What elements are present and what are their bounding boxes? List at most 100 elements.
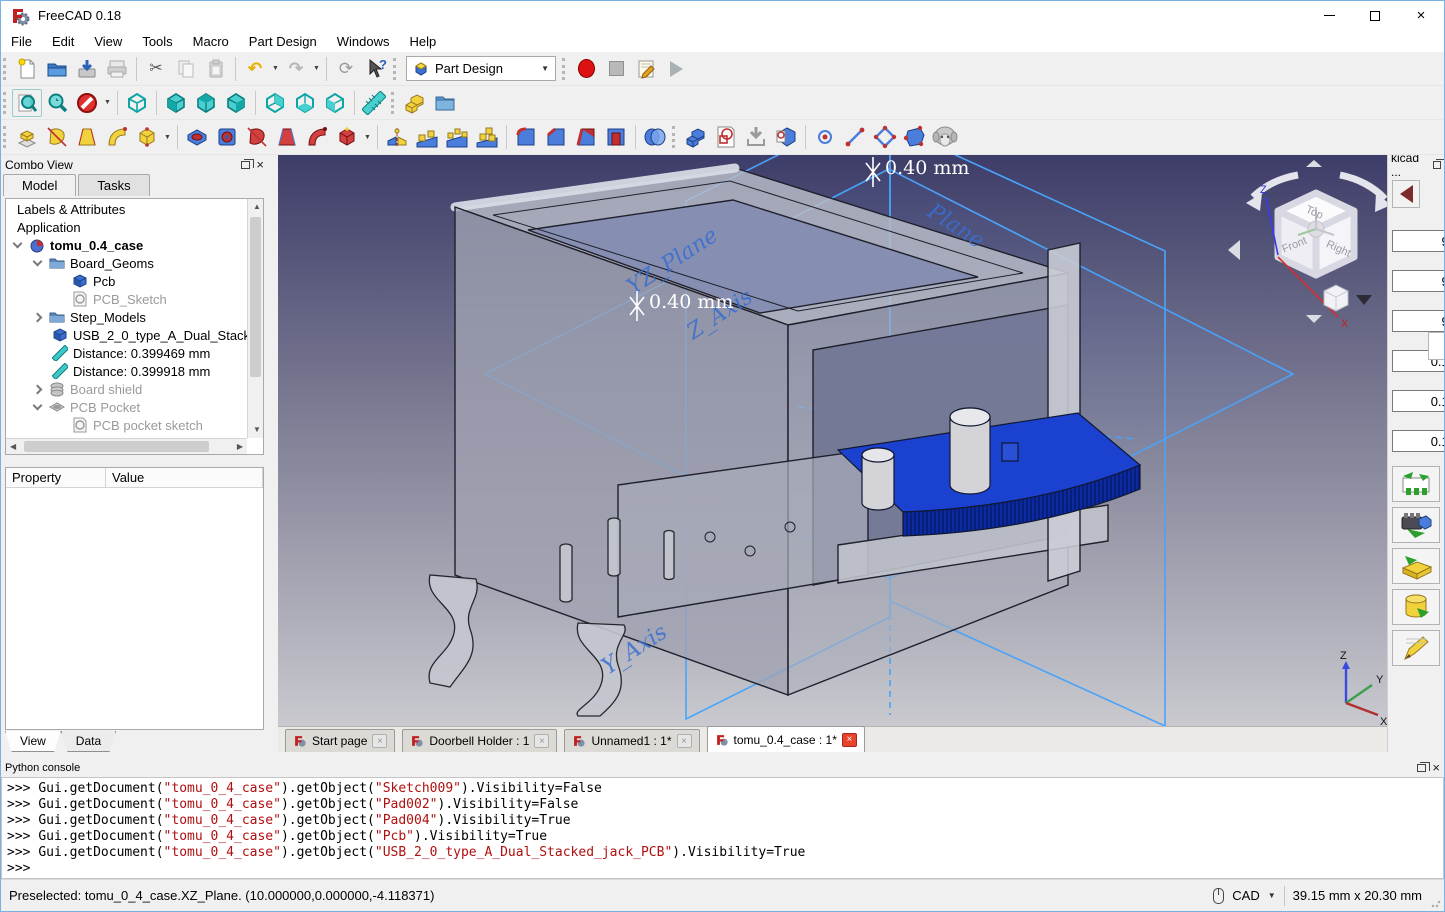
- rotation-x-field[interactable]: 90: [1392, 230, 1444, 252]
- close-panel-icon[interactable]: ×: [256, 158, 264, 171]
- menu-help[interactable]: Help: [399, 30, 446, 52]
- subtractive-pipe-button[interactable]: [302, 123, 332, 151]
- toolbar-grip[interactable]: [393, 58, 398, 80]
- tree-item-pcb-pocket[interactable]: PCB Pocket: [6, 398, 247, 416]
- nav-mini-cube[interactable]: [1324, 285, 1348, 311]
- tab-data[interactable]: Data: [61, 731, 116, 752]
- view-isometric-button[interactable]: [122, 89, 152, 117]
- additive-primitive-dropdown[interactable]: ▼: [162, 123, 173, 151]
- offset-y-field[interactable]: 0.10: [1392, 390, 1444, 412]
- zoom-button[interactable]: [42, 89, 72, 117]
- hole-button[interactable]: [212, 123, 242, 151]
- scrollbar-thumb[interactable]: [24, 441, 209, 452]
- sketch-polygon-button[interactable]: [870, 123, 900, 151]
- right-frame[interactable]: [1048, 243, 1080, 581]
- view-rear-button[interactable]: [260, 89, 290, 117]
- kicad-load-part-button[interactable]: [1392, 507, 1440, 543]
- toolbar-grip[interactable]: [3, 58, 8, 80]
- macro-stop-button[interactable]: [601, 55, 631, 83]
- menu-part-design[interactable]: Part Design: [239, 30, 327, 52]
- menu-windows[interactable]: Windows: [327, 30, 400, 52]
- expander-icon[interactable]: [13, 239, 23, 249]
- create-sketch-button[interactable]: [711, 123, 741, 151]
- workbench-selector[interactable]: Part Design ▼: [406, 56, 556, 81]
- polar-pattern-button[interactable]: [442, 123, 472, 151]
- draw-style-button[interactable]: [72, 89, 102, 117]
- kicad-back-button[interactable]: [1392, 180, 1420, 208]
- paste-button[interactable]: [201, 55, 231, 83]
- additive-loft-button[interactable]: [72, 123, 102, 151]
- open-file-button[interactable]: [42, 55, 72, 83]
- float-panel-icon[interactable]: [241, 161, 250, 169]
- tab-view[interactable]: View: [5, 731, 61, 752]
- boolean-button[interactable]: [640, 123, 670, 151]
- view-left-button[interactable]: [320, 89, 350, 117]
- pocket-button[interactable]: [182, 123, 212, 151]
- expander-icon[interactable]: [33, 257, 43, 267]
- resize-grip[interactable]: [1431, 898, 1441, 908]
- undo-button[interactable]: ↶: [240, 55, 270, 83]
- cut-button[interactable]: ✂: [141, 55, 171, 83]
- tree-item-pcb[interactable]: Pcb: [6, 272, 247, 290]
- macro-edit-button[interactable]: [631, 55, 661, 83]
- sketch-line-button[interactable]: [840, 123, 870, 151]
- subtractive-primitive-button[interactable]: [332, 123, 362, 151]
- mdi-tab-doorbell-holder[interactable]: Doorbell Holder : 1 ×: [402, 729, 557, 752]
- mdi-tab-start-page[interactable]: Start page ×: [285, 729, 395, 752]
- redo-button[interactable]: ↷: [281, 55, 311, 83]
- tree-item-board-shield[interactable]: Board shield: [6, 380, 247, 398]
- draw-style-dropdown[interactable]: ▼: [102, 89, 113, 117]
- revolution-button[interactable]: [42, 123, 72, 151]
- kicad-edit-button[interactable]: [1392, 630, 1440, 666]
- property-column-header[interactable]: Property: [6, 468, 106, 487]
- scroll-up-icon[interactable]: ▲: [253, 199, 261, 215]
- rotation-y-field[interactable]: 90: [1392, 270, 1444, 292]
- redo-dropdown[interactable]: ▼: [311, 55, 322, 83]
- python-console-body[interactable]: >>> Gui.getDocument("tomu_0_4_case").get…: [1, 777, 1444, 879]
- toolbar-grip[interactable]: [3, 126, 8, 148]
- dimension-label-1[interactable]: 0.40 mm: [649, 291, 733, 313]
- subtractive-primitive-dropdown[interactable]: ▼: [362, 123, 373, 151]
- menu-tools[interactable]: Tools: [132, 30, 182, 52]
- expander-icon[interactable]: [33, 312, 43, 322]
- kicad-load-pcb-button[interactable]: [1392, 466, 1440, 502]
- map-sketch-button[interactable]: [771, 123, 801, 151]
- menu-macro[interactable]: Macro: [183, 30, 239, 52]
- 3d-viewport[interactable]: YZ_Plane Z_Axis Y_Axis Plane 0.40 mm 0.4…: [278, 155, 1388, 726]
- additive-pipe-button[interactable]: [102, 123, 132, 151]
- mdi-tab-tomu-case[interactable]: tomu_0.4_case : 1* ×: [707, 726, 865, 752]
- offset-z-field[interactable]: 0.10: [1392, 430, 1444, 452]
- expander-icon[interactable]: [33, 401, 43, 411]
- toolbar-grip[interactable]: [672, 126, 677, 148]
- float-panel-icon[interactable]: [1433, 161, 1441, 169]
- tree-item-document[interactable]: tomu_0.4_case: [6, 236, 247, 254]
- linear-pattern-button[interactable]: [412, 123, 442, 151]
- tree-item-distance-1[interactable]: Distance: 0.399469 mm: [6, 344, 247, 362]
- macro-run-button[interactable]: [661, 55, 691, 83]
- mdi-tab-unnamed1[interactable]: Unnamed1 : 1* ×: [564, 729, 699, 752]
- new-file-button[interactable]: [12, 55, 42, 83]
- minimize-button[interactable]: [1306, 1, 1352, 30]
- close-button[interactable]: ×: [1398, 1, 1444, 30]
- scroll-right-icon[interactable]: ▶: [237, 439, 243, 455]
- toolbar-grip[interactable]: [562, 58, 567, 80]
- print-button[interactable]: [102, 55, 132, 83]
- scroll-left-icon[interactable]: ◀: [10, 439, 16, 455]
- tab-close-icon[interactable]: ×: [534, 734, 549, 748]
- tree-horizontal-scrollbar[interactable]: ◀ ▶: [6, 438, 247, 454]
- kicad-blank-button[interactable]: [1428, 332, 1444, 360]
- pad-button[interactable]: [12, 123, 42, 151]
- macro-record-button[interactable]: [571, 55, 601, 83]
- refresh-button[interactable]: ⟳: [331, 55, 361, 83]
- close-panel-icon[interactable]: ×: [1432, 761, 1440, 774]
- fit-all-button[interactable]: [12, 89, 42, 117]
- measure-button[interactable]: [359, 89, 389, 117]
- tree-item-board-geoms[interactable]: Board_Geoms: [6, 254, 247, 272]
- subtractive-loft-button[interactable]: [272, 123, 302, 151]
- scroll-down-icon[interactable]: ▼: [253, 422, 261, 438]
- tab-close-icon[interactable]: ×: [372, 734, 387, 748]
- expander-icon[interactable]: [33, 384, 43, 394]
- view-right-button[interactable]: [221, 89, 251, 117]
- import-sketch-button[interactable]: [741, 123, 771, 151]
- groove-button[interactable]: [242, 123, 272, 151]
